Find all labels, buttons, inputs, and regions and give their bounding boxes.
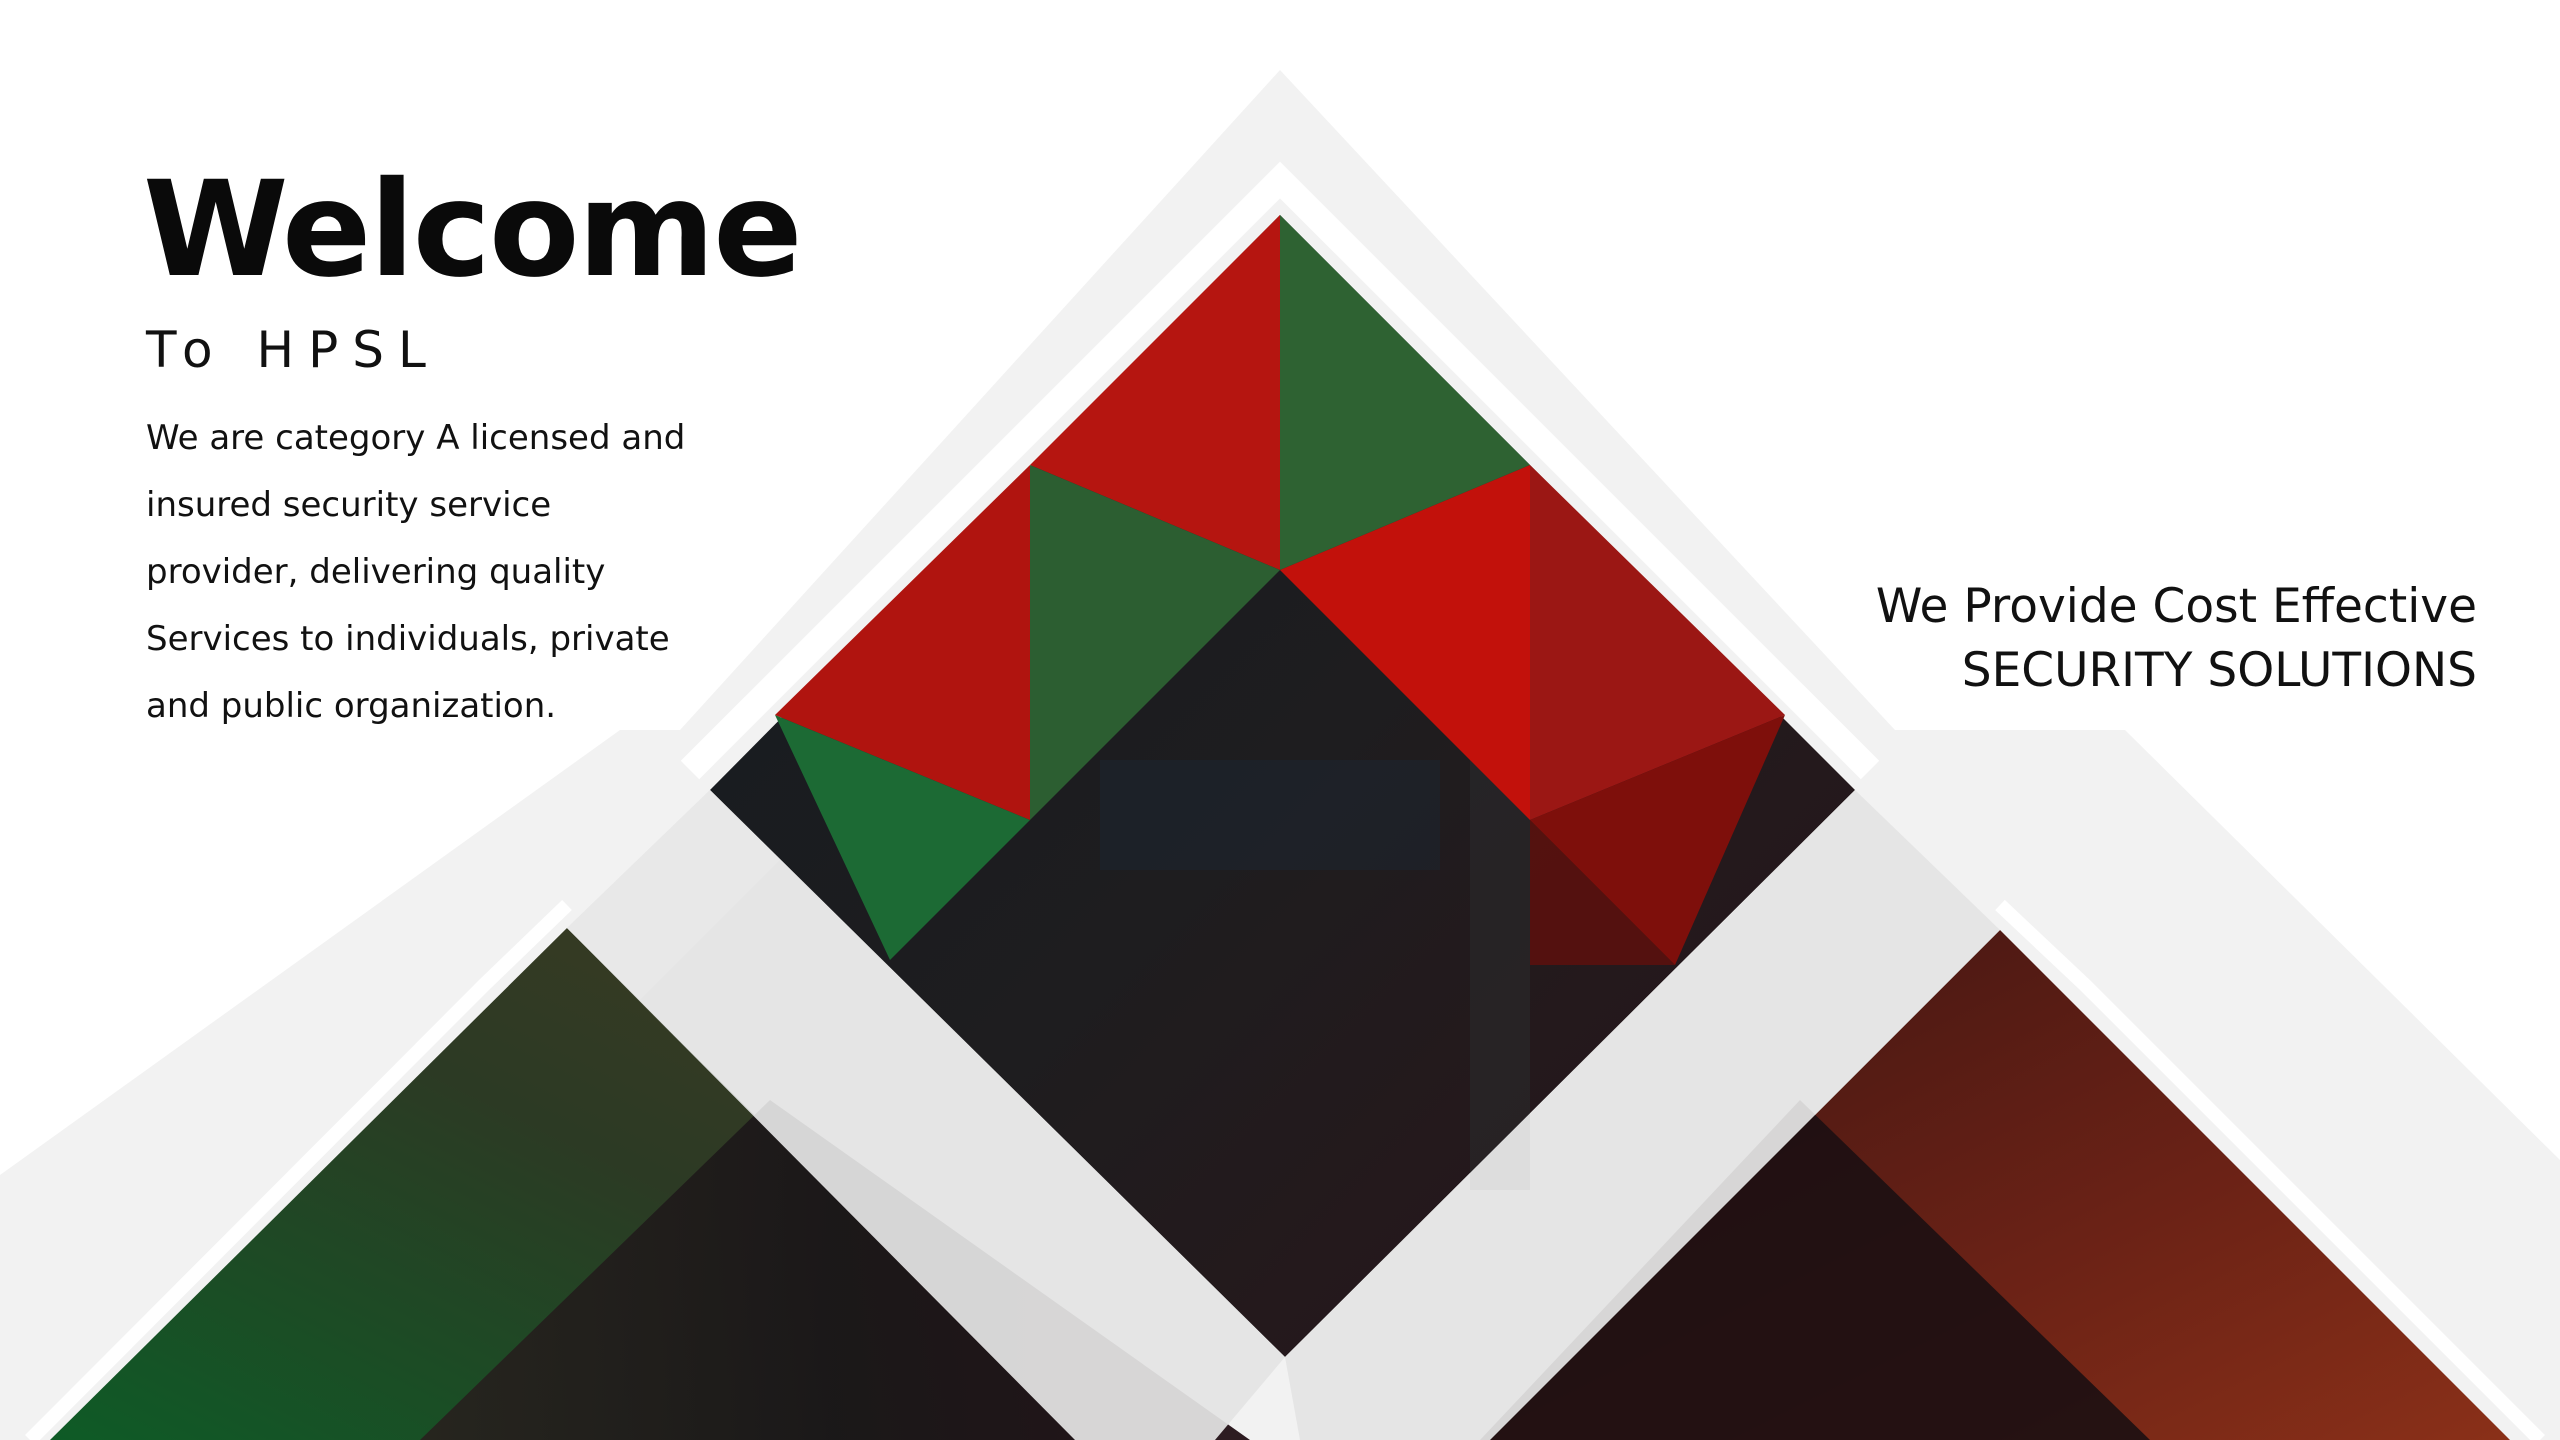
welcome-slide: Welcome To HPSL We are category A licens… (0, 0, 2560, 1440)
intro-paragraph: We are category A licensed and insured s… (146, 418, 686, 726)
tagline: We Provide Cost Effective SECURITY SOLUT… (1876, 575, 2477, 703)
tagline-line-1: We Provide Cost Effective (1875, 579, 2477, 634)
page-subtitle: To HPSL (146, 321, 440, 379)
tagline-line-2: SECURITY SOLUTIONS (1961, 643, 2477, 698)
page-title: Welcome (143, 153, 803, 307)
